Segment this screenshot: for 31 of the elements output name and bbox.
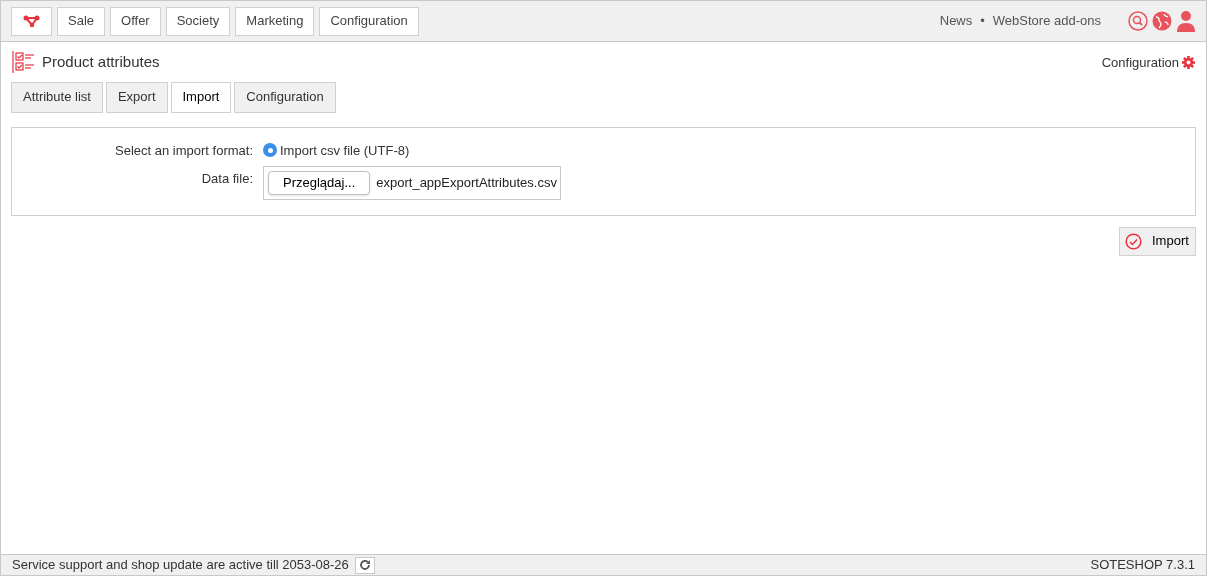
globe-icon[interactable]	[1152, 11, 1172, 31]
tab[interactable]: Import	[170, 81, 232, 113]
tab[interactable]: Configuration	[234, 81, 336, 113]
radio-option[interactable]: Import csv file (UTF-8)	[263, 140, 410, 160]
tab[interactable]: Attribute list	[11, 81, 103, 113]
network-logo-icon	[22, 14, 41, 28]
import-button[interactable]: Import	[1119, 226, 1196, 256]
checklist-icon	[12, 51, 36, 74]
nav-link[interactable]: WebStore add-ons	[992, 11, 1101, 31]
search-icon[interactable]	[1128, 11, 1148, 31]
field-label: Data file:	[200, 170, 254, 188]
menu-button[interactable]: Marketing	[235, 6, 315, 36]
menu-button[interactable]: Offer	[110, 6, 161, 36]
menu-button[interactable]: Society	[165, 6, 231, 36]
file-input[interactable]: Przeglądaj... export_appExportAttributes.csv	[263, 166, 561, 200]
separator-dot: •	[980, 12, 985, 31]
menu-button[interactable]: Sale	[57, 6, 106, 36]
status-message: Service support and shop update are active till 2053-08-26	[12, 556, 349, 575]
configuration-link[interactable]: Configuration	[1101, 52, 1195, 72]
tab[interactable]: Export	[105, 81, 168, 113]
gear-icon	[1182, 55, 1195, 69]
home-button[interactable]	[11, 6, 52, 36]
refresh-icon	[358, 559, 371, 571]
check-circle-icon	[1125, 232, 1142, 250]
menu-button[interactable]: Configuration	[319, 6, 419, 36]
user-icon[interactable]	[1176, 10, 1196, 32]
refresh-button[interactable]	[354, 556, 375, 574]
page-title: Product attributes	[42, 52, 160, 72]
field-label: Select an import format:	[114, 141, 254, 160]
nav-link[interactable]: News	[939, 11, 973, 31]
version-text: SOTESHOP 7.3.1	[1090, 556, 1195, 575]
